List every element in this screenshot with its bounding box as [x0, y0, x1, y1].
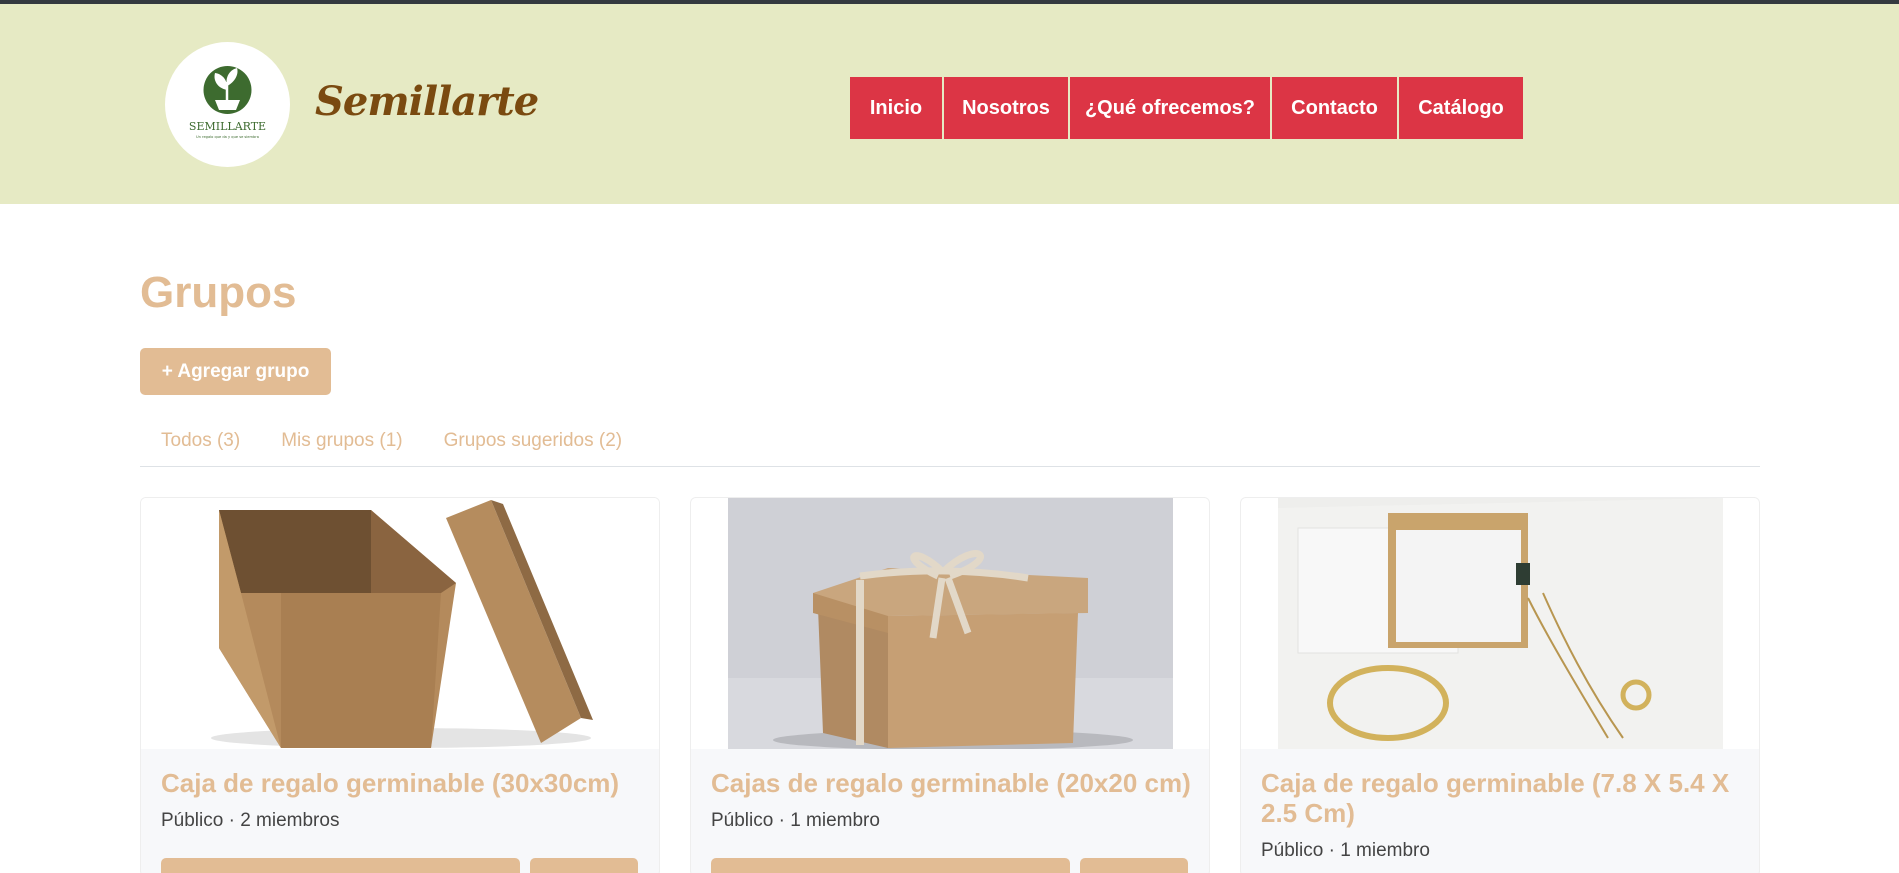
nav-item-que-ofrecemos[interactable]: ¿Qué ofrecemos?	[1070, 77, 1270, 139]
group-image[interactable]	[691, 498, 1209, 749]
logo-tagline: Un regalo que da y que se siembra	[196, 135, 259, 139]
group-meta: Público · 2 miembros	[161, 810, 340, 831]
group-title[interactable]: Caja de regalo germinable (30x30cm)	[161, 768, 641, 798]
join-group-button[interactable]	[161, 858, 520, 873]
nav-item-nosotros[interactable]: Nosotros	[944, 77, 1068, 139]
tab-grupos-sugeridos[interactable]: Grupos sugeridos (2)	[423, 422, 642, 466]
nav-item-inicio[interactable]: Inicio	[850, 77, 942, 139]
logo[interactable]: SEMILLARTE Un regalo que da y que se sie…	[165, 42, 290, 167]
logo-text: SEMILLARTE	[189, 120, 266, 133]
seedling-logo-icon: SEMILLARTE Un regalo que da y que se sie…	[189, 66, 266, 139]
brand-name[interactable]: Semillarte	[315, 78, 539, 125]
main-nav: Inicio Nosotros ¿Qué ofrecemos? Contacto…	[850, 77, 1525, 139]
tab-mis-grupos[interactable]: Mis grupos (1)	[260, 422, 422, 466]
group-title[interactable]: Cajas de regalo germinable (20x20 cm)	[711, 768, 1191, 798]
group-meta: Público · 1 miembro	[1261, 840, 1430, 861]
group-card[interactable]: Caja de regalo germinable (30x30cm) Públ…	[140, 497, 660, 873]
open-kraft-box-icon	[141, 498, 659, 749]
jewelry-box-with-bracelet-icon	[1278, 498, 1723, 749]
group-meta: Público · 1 miembro	[711, 810, 880, 831]
more-options-button[interactable]	[530, 858, 638, 873]
group-title[interactable]: Caja de regalo germinable (7.8 X 5.4 X 2…	[1261, 768, 1741, 828]
site-header: SEMILLARTE Un regalo que da y que se sie…	[0, 4, 1899, 204]
group-tabs: Todos (3) Mis grupos (1) Grupos sugerido…	[140, 422, 1760, 467]
group-card[interactable]: Cajas de regalo germinable (20x20 cm) Pú…	[690, 497, 1210, 873]
more-options-button[interactable]	[1080, 858, 1188, 873]
group-image[interactable]	[1241, 498, 1759, 749]
tab-todos[interactable]: Todos (3)	[140, 422, 260, 466]
group-image[interactable]	[141, 498, 659, 749]
page-title: Grupos	[140, 268, 297, 317]
add-group-button[interactable]: + Agregar grupo	[140, 348, 331, 395]
group-card[interactable]: Caja de regalo germinable (7.8 X 5.4 X 2…	[1240, 497, 1760, 873]
nav-item-contacto[interactable]: Contacto	[1272, 77, 1397, 139]
nav-item-catalogo[interactable]: Catálogo	[1399, 77, 1523, 139]
join-group-button[interactable]	[711, 858, 1070, 873]
kraft-box-with-ribbon-icon	[728, 498, 1173, 749]
